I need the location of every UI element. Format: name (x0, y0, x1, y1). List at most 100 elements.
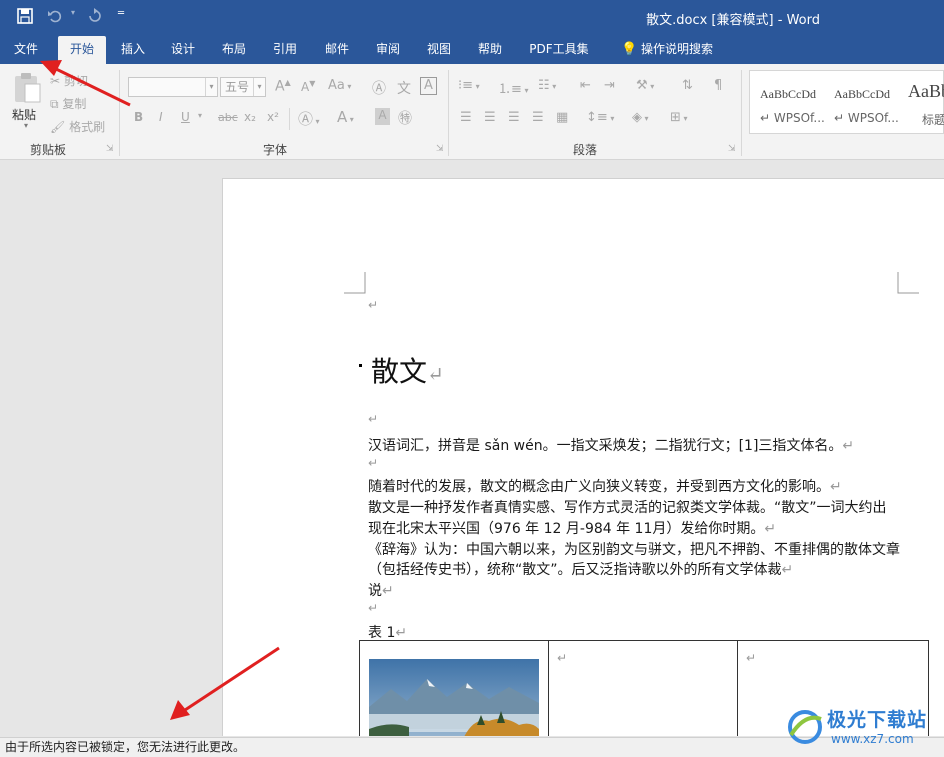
character-shading-icon[interactable]: A (375, 108, 390, 125)
multilevel-list-icon[interactable]: ☷ ▾ (538, 78, 556, 93)
justify-icon[interactable]: ☰ (532, 110, 544, 125)
paragraph-dialog-launcher-icon[interactable]: ⇲ (728, 144, 736, 154)
style-heading[interactable]: AaBb 标题 (902, 75, 944, 131)
brush-icon: 🖌 (50, 120, 66, 134)
tab-pdf-tools[interactable]: PDF工具集 (522, 36, 596, 64)
style-wpsoffice-1[interactable]: AaBbCcDd ↵ WPSOf... (754, 75, 826, 131)
paragraph-mark: ↵ (368, 412, 379, 426)
chevron-down-icon: ▾ (205, 78, 217, 96)
increase-indent-icon[interactable]: ⇥ (604, 78, 615, 93)
document-name: 散文.docx [兼容模式] (646, 13, 774, 28)
tab-mailings[interactable]: 邮件 (318, 36, 356, 64)
copy-button[interactable]: ⧉ 复制 (50, 95, 86, 112)
watermark-url: www.xz7.com (831, 732, 914, 746)
character-border-icon[interactable]: A (420, 77, 437, 95)
font-dialog-launcher-icon[interactable]: ⇲ (436, 144, 444, 154)
document-page[interactable]: ↵ 散文↵ ↵ 汉语词汇，拼音是 sǎn wén。一指文采焕发；二指犹行文；[1… (222, 178, 944, 736)
shading-icon[interactable]: ◈ ▾ (632, 110, 649, 125)
chinese-layout-icon[interactable]: ⚒ ▾ (636, 78, 654, 93)
paragraph-line[interactable]: 现在北宋太平兴国（976 年 12 月-984 年 11月）发给你时期。↵ (368, 518, 776, 538)
line-spacing-icon[interactable]: ↕≡ ▾ (586, 110, 614, 125)
tab-view[interactable]: 视图 (420, 36, 458, 64)
copy-icon: ⧉ (50, 97, 59, 111)
app-name: Word (786, 13, 820, 28)
bold-button[interactable]: B (134, 110, 143, 124)
list-bullet (359, 364, 362, 367)
highlight-color-icon[interactable]: A ▾ (337, 108, 354, 126)
status-message: 由于所选内容已被锁定，您无法进行此更改。 (5, 740, 246, 754)
italic-button[interactable]: I (159, 110, 163, 124)
format-painter-button[interactable]: 🖌 格式刷 (50, 118, 105, 135)
paragraph-line[interactable]: 《辞海》认为：中国六朝以来，为区别韵文与骈文，把凡不押韵、不重排偶的散体文章 (368, 539, 900, 559)
paragraph-line[interactable]: 汉语词汇，拼音是 sǎn wén。一指文采焕发；二指犹行文；[1]三指文体名。↵ (368, 435, 854, 455)
font-group-label: 字体 (263, 143, 288, 157)
clear-formatting-icon[interactable]: Ⓐ (372, 78, 386, 98)
tab-insert[interactable]: 插入 (114, 36, 152, 64)
styles-gallery: AaBbCcDd ↵ WPSOf... AaBbCcDd ↵ WPSOf... … (749, 70, 944, 134)
paragraph-mark: ↵ (368, 601, 379, 615)
strikethrough-button[interactable]: abc (218, 111, 238, 124)
chevron-down-icon: ▾ (253, 78, 265, 96)
document-heading[interactable]: 散文↵ (359, 350, 444, 390)
scissors-icon: ✂ (50, 74, 61, 88)
tab-design[interactable]: 设计 (164, 36, 202, 64)
paragraph-line[interactable]: 散文是一种抒发作者真情实感、写作方式灵活的记叙类文学体裁。“散文”一词大约出 (368, 497, 887, 517)
paragraph-line[interactable]: 说↵ (368, 580, 394, 600)
tab-help[interactable]: 帮助 (471, 36, 509, 64)
tell-me-search[interactable]: 💡 操作说明搜索 (612, 36, 722, 64)
change-case-button[interactable]: Aa ▾ (328, 78, 351, 93)
separator (741, 70, 742, 156)
ribbon-home: 粘贴 ▾ ✂ 剪切 ⧉ 复制 🖌 格式刷 剪贴板 ⇲ ▾ 五号 ▾ A▲ A▼ A… (0, 64, 944, 160)
show-formatting-marks-icon[interactable]: ¶ (714, 78, 722, 93)
document-workspace: ↵ 散文↵ ↵ 汉语词汇，拼音是 sǎn wén。一指文采焕发；二指犹行文；[1… (0, 161, 944, 736)
cut-button[interactable]: ✂ 剪切 (50, 72, 88, 89)
decrease-indent-icon[interactable]: ⇤ (580, 78, 591, 93)
tab-file[interactable]: 文件 (4, 36, 48, 64)
phonetic-guide-icon[interactable]: 文 (397, 78, 411, 98)
tab-review[interactable]: 审阅 (369, 36, 407, 64)
enclose-characters-icon[interactable]: ㊕ (398, 108, 412, 128)
numbering-icon[interactable]: ⒈≡ ▾ (498, 78, 528, 97)
font-size-combo[interactable]: 五号 ▾ (220, 77, 266, 97)
clipboard-dialog-launcher-icon[interactable]: ⇲ (106, 144, 114, 154)
window-title: 散文.docx [兼容模式] - Word (646, 13, 820, 28)
underline-dropdown-icon[interactable]: ▾ (198, 111, 202, 120)
watermark-text: 极光下载站 (827, 709, 928, 731)
tab-home[interactable]: 开始 (58, 36, 106, 64)
paragraph-group-label: 段落 (573, 143, 598, 157)
separator (119, 70, 120, 156)
underline-button[interactable]: U (181, 110, 190, 124)
separator (448, 70, 449, 156)
tab-references[interactable]: 引用 (266, 36, 304, 64)
grow-font-icon[interactable]: A▲ (275, 78, 291, 95)
paste-dropdown-icon[interactable]: ▾ (24, 121, 28, 130)
sort-icon[interactable]: ⇅ (682, 78, 693, 93)
crop-mark-top-right (897, 272, 919, 294)
text-effects-icon[interactable]: Ⓐ ▾ (298, 108, 320, 129)
subscript-button[interactable]: x₂ (244, 110, 256, 124)
align-left-icon[interactable]: ☰ (460, 110, 472, 125)
align-center-icon[interactable]: ☰ (484, 110, 496, 125)
shrink-font-icon[interactable]: A▼ (301, 79, 315, 94)
separator (289, 108, 290, 130)
bullets-icon[interactable]: ⁝≡ ▾ (458, 78, 480, 93)
paragraph-line[interactable]: 随着时代的发展，散文的概念由广义向狭义转变，并受到西方文化的影响。↵ (368, 476, 842, 496)
paragraph-mark: ↵ (368, 456, 379, 470)
align-right-icon[interactable]: ☰ (508, 110, 520, 125)
clipboard-group-label: 剪贴板 (30, 143, 67, 157)
landscape-image[interactable] (369, 659, 539, 736)
table-caption[interactable]: 表 1↵ (368, 622, 407, 642)
style-wpsoffice-2[interactable]: AaBbCcDd ↵ WPSOf... (828, 75, 900, 131)
tab-layout[interactable]: 布局 (215, 36, 253, 64)
watermark-logo-icon (788, 710, 822, 744)
lightbulb-icon: 💡 (620, 42, 638, 57)
paragraph-mark: ↵ (368, 298, 379, 312)
distributed-icon[interactable]: ▦ (556, 110, 568, 125)
font-name-combo[interactable]: ▾ (128, 77, 218, 97)
paste-icon[interactable] (10, 70, 44, 104)
table-cell[interactable] (360, 641, 549, 736)
superscript-button[interactable]: x² (267, 110, 279, 124)
borders-icon[interactable]: ⊞ ▾ (670, 110, 687, 125)
paragraph-line[interactable]: （包括经传史书），统称“散文”。后又泛指诗歌以外的所有文学体裁↵ (368, 559, 793, 579)
table-cell[interactable]: ↵ (549, 641, 738, 736)
